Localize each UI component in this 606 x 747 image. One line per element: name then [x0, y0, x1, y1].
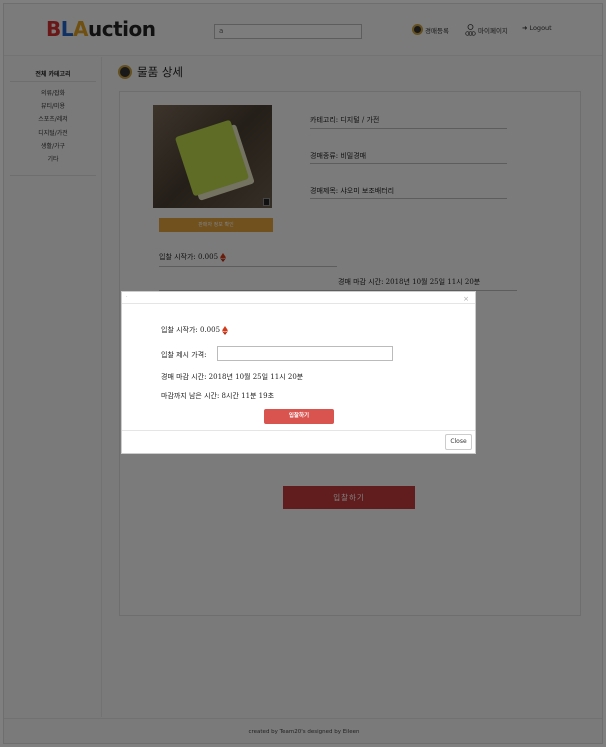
close-icon[interactable]: × [463, 295, 469, 303]
modal-header-divider [122, 303, 475, 304]
modal-footer-divider [122, 430, 475, 431]
ether-icon [222, 325, 229, 335]
bid-price-input[interactable] [217, 346, 393, 361]
modal-bid-button[interactable]: 입찰하기 [264, 409, 334, 424]
modal-bid-price-label: 입찰 제시 가격: [161, 351, 207, 359]
close-button[interactable]: Close [445, 434, 472, 450]
modal-end-time: 경매 마감 시간: 2018년 10월 25일 11시 20분 [161, 373, 304, 381]
modal-remaining-time: 마감까지 남은 시간: 8시간 11분 19초 [161, 392, 275, 400]
modal-start-price: 입찰 시작가: 0.005 [161, 325, 229, 335]
modal-start-price-text: 입찰 시작가: 0.005 [161, 326, 221, 334]
bid-modal: · × 입찰 시작가: 0.005 입찰 제시 가격: 경매 마감 시간: 20… [121, 291, 476, 454]
modal-dot: · [126, 294, 128, 300]
